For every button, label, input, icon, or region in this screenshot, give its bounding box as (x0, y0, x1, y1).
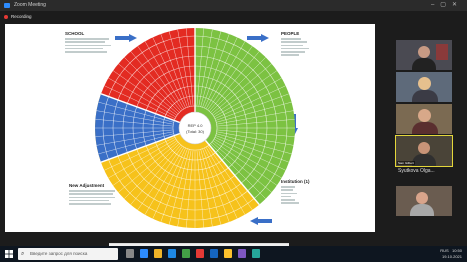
wheel-center (178, 111, 212, 145)
clock-date: 19.10.2021 (441, 253, 462, 259)
shared-screen[interactable]: SCHOOL PEOPLE New Adjustment Institution… (5, 24, 375, 251)
title-bar: Zoom Meeting –▢✕ (0, 0, 467, 11)
edge-icon[interactable] (168, 249, 176, 258)
chrome-icon[interactable] (224, 249, 232, 258)
participant-name-4: Sam Gilbert (397, 161, 415, 165)
system-tray[interactable]: RUS 10:50 19.10.2021 (440, 248, 462, 259)
language-indicator: RUS (440, 248, 449, 253)
app-icon[interactable] (252, 249, 260, 258)
participant-video-6[interactable] (396, 186, 452, 216)
center-label-1: REP 4.0 (188, 123, 204, 128)
teams-icon[interactable] (238, 249, 246, 258)
recording-label: Recording (11, 14, 32, 19)
participant-video-2[interactable] (396, 72, 452, 102)
climate-wheel-diagram: REP 4.0 (Total: 30) (94, 28, 295, 228)
file-explorer-icon[interactable] (154, 249, 162, 258)
zoom-taskbar-icon[interactable] (140, 249, 148, 258)
clock-time: 10:50 (451, 248, 462, 253)
zoom-app-icon (4, 3, 10, 8)
taskbar-search-input[interactable]: ⌕ Введите запрос для поиска (18, 248, 118, 260)
task-view-icon[interactable] (126, 249, 134, 258)
window-controls[interactable]: –▢✕ (431, 0, 463, 11)
participant-name-no-video[interactable]: Syutkova Olga... (398, 168, 435, 174)
participant-video-3[interactable] (396, 104, 452, 134)
powerpoint-icon[interactable] (196, 249, 204, 258)
zoom-window: Zoom Meeting –▢✕ Recording SCHOOL PEOPLE (0, 0, 467, 262)
participant-video-1[interactable] (396, 40, 452, 70)
word-icon[interactable] (210, 249, 218, 258)
windows-taskbar: ⌕ Введите запрос для поиска RUS 10:50 19… (0, 246, 467, 262)
windows-start-icon[interactable] (5, 250, 13, 258)
center-label-2: (Total: 30) (186, 129, 204, 134)
excel-icon[interactable] (182, 249, 190, 258)
participant-video-4[interactable]: Sam Gilbert (395, 135, 453, 167)
recording-indicator[interactable]: Recording (4, 13, 32, 21)
search-icon: ⌕ (21, 251, 25, 257)
window-title: Zoom Meeting (14, 2, 46, 8)
record-icon (4, 15, 8, 19)
search-placeholder: Введите запрос для поиска (30, 251, 88, 256)
